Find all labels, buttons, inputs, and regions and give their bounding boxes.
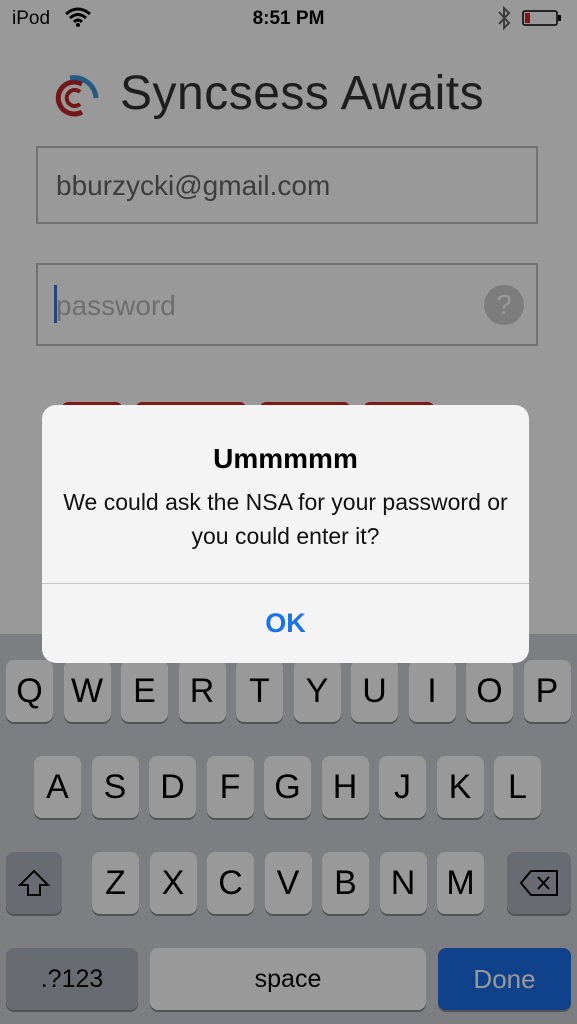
ok-button[interactable]: OK	[42, 584, 529, 663]
alert-message: We could ask the NSA for your password o…	[63, 489, 508, 549]
keyboard-dim-overlay	[0, 634, 577, 1024]
alert-dialog: Ummmmm We could ask the NSA for your pas…	[42, 405, 529, 663]
alert-title: Ummmmm	[213, 443, 358, 474]
